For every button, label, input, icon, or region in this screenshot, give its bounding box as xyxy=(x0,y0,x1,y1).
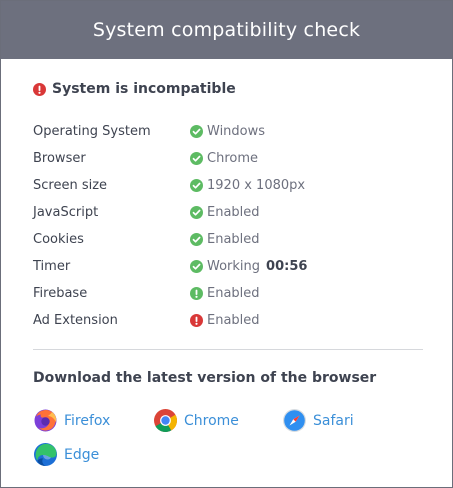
edge-icon xyxy=(33,442,58,467)
status-text: System is incompatible xyxy=(52,81,236,97)
check-value: Windows xyxy=(190,124,265,139)
browser-label: Chrome xyxy=(184,412,239,429)
check-label: Screen size xyxy=(33,178,108,193)
safari-icon xyxy=(282,408,307,433)
firefox-link[interactable]: Firefox xyxy=(33,408,153,433)
firefox-icon xyxy=(33,408,58,433)
check-label: JavaScript xyxy=(33,205,99,220)
browser-links: Firefox Chrome Safari Edge xyxy=(33,408,422,467)
exclamation-circle-icon xyxy=(33,82,46,96)
timer-countdown: 00:56 xyxy=(266,259,308,274)
check-row-timer: Timer Working 00:56 xyxy=(33,253,422,280)
check-row-javascript: JavaScript Enabled xyxy=(33,199,422,226)
check-row-operating-system: Operating System Windows xyxy=(33,118,422,145)
checks-list: Operating System Windows Browser Chrome xyxy=(33,118,422,334)
browser-label: Safari xyxy=(313,412,354,429)
check-label: Ad Extension xyxy=(33,313,118,328)
check-value-text: Enabled xyxy=(207,232,260,247)
check-label: Cookies xyxy=(33,232,84,247)
check-label: Timer xyxy=(33,259,71,274)
check-value-text: Enabled xyxy=(207,313,260,328)
check-value: Working 00:56 xyxy=(190,259,307,274)
check-label: Operating System xyxy=(33,124,151,139)
download-title: Download the latest version of the brows… xyxy=(33,370,377,386)
exclamation-circle-icon xyxy=(190,314,203,327)
check-row-screen-size: Screen size 1920 x 1080px xyxy=(33,172,422,199)
check-row-browser: Browser Chrome xyxy=(33,145,422,172)
check-row-cookies: Cookies Enabled xyxy=(33,226,422,253)
check-value-text: Windows xyxy=(207,124,266,139)
status-line: System is incompatible xyxy=(33,80,422,98)
check-value-text: Working xyxy=(207,259,261,274)
check-value: Chrome xyxy=(190,151,258,166)
browser-label: Edge xyxy=(64,446,100,463)
check-circle-icon xyxy=(190,206,203,219)
divider xyxy=(33,349,423,350)
check-circle-icon xyxy=(190,233,203,246)
check-circle-icon xyxy=(190,179,203,192)
check-label: Browser xyxy=(33,151,86,166)
check-value: Enabled xyxy=(190,313,260,328)
check-circle-icon xyxy=(190,260,203,273)
check-value-text: Enabled xyxy=(207,205,260,220)
compatibility-dialog: System compatibility check System is inc… xyxy=(0,0,453,488)
check-value: Enabled xyxy=(190,232,260,247)
exclamation-circle-icon xyxy=(190,287,203,300)
check-value: Enabled xyxy=(190,286,260,301)
browser-label: Firefox xyxy=(64,412,111,429)
edge-link[interactable]: Edge xyxy=(33,442,153,467)
safari-link[interactable]: Safari xyxy=(282,408,392,433)
check-value-text: Enabled xyxy=(207,286,260,301)
check-value-text: Chrome xyxy=(207,151,258,166)
chrome-icon xyxy=(153,408,178,433)
chrome-link[interactable]: Chrome xyxy=(153,408,282,433)
check-row-ad-extension: Ad Extension Enabled xyxy=(33,307,422,334)
check-circle-icon xyxy=(190,125,203,138)
check-label: Firebase xyxy=(33,286,88,301)
check-value-text: 1920 x 1080px xyxy=(207,178,306,193)
dialog-body: System is incompatible Operating System … xyxy=(1,59,452,467)
check-row-firebase: Firebase Enabled xyxy=(33,280,422,307)
dialog-title: System compatibility check xyxy=(92,19,361,41)
check-value: Enabled xyxy=(190,205,260,220)
dialog-header: System compatibility check xyxy=(1,1,452,59)
check-value: 1920 x 1080px xyxy=(190,178,305,193)
check-circle-icon xyxy=(190,152,203,165)
